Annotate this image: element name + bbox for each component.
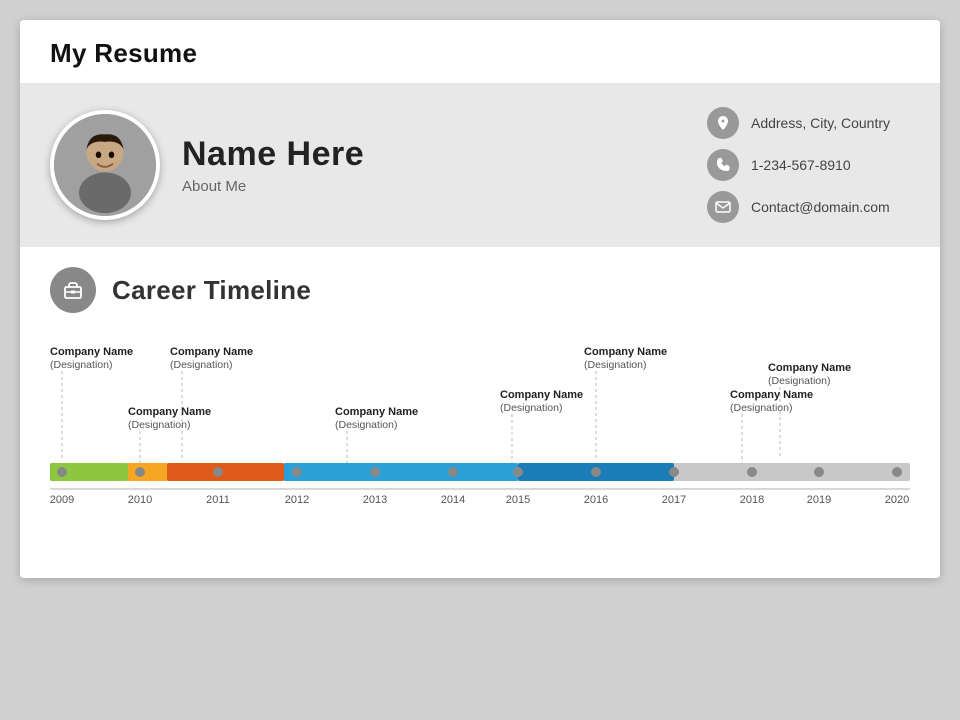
contact-email-item: Contact@domain.com [707,191,890,223]
svg-text:2015: 2015 [506,494,530,506]
svg-text:2020: 2020 [885,494,909,506]
slide: My Resume [20,20,940,578]
svg-text:Company Name: Company Name [50,346,133,358]
svg-text:Company Name: Company Name [768,362,851,374]
career-title: Career Timeline [112,275,311,306]
svg-text:(Designation): (Designation) [170,359,232,371]
phone-icon [707,149,739,181]
svg-text:(Designation): (Designation) [335,419,397,431]
profile-name: Name Here [182,135,364,174]
contact-phone: 1-234-567-8910 [751,157,851,173]
svg-text:Company Name: Company Name [128,406,211,418]
svg-text:Company Name: Company Name [335,406,418,418]
timeline-wrapper: Company Name (Designation) Company Name … [50,343,910,548]
profile-subtitle: About Me [182,178,364,195]
email-icon [707,191,739,223]
svg-text:Company Name: Company Name [730,389,813,401]
svg-text:(Designation): (Designation) [730,402,792,414]
svg-text:2014: 2014 [441,494,465,506]
career-section: Career Timeline Company Name (Designatio… [20,247,940,578]
profile-info: Name Here About Me [182,135,364,195]
avatar [50,110,160,220]
contact-email: Contact@domain.com [751,199,890,215]
svg-text:(Designation): (Designation) [584,359,646,371]
location-icon [707,107,739,139]
page-title-bar: My Resume [20,20,940,83]
page-title: My Resume [50,38,910,69]
svg-text:2012: 2012 [285,494,309,506]
svg-text:2016: 2016 [584,494,608,506]
svg-text:2013: 2013 [363,494,387,506]
contact-address-item: Address, City, Country [707,107,890,139]
contact-phone-item: 1-234-567-8910 [707,149,890,181]
svg-text:(Designation): (Designation) [128,419,190,431]
svg-text:Company Name: Company Name [500,389,583,401]
timeline-svg: Company Name (Designation) Company Name … [50,343,910,543]
svg-text:2019: 2019 [807,494,831,506]
section-header: Career Timeline [50,267,910,313]
header-section: Name Here About Me Address, City, Countr… [20,83,940,247]
svg-text:Company Name: Company Name [584,346,667,358]
svg-text:2018: 2018 [740,494,764,506]
profile-left: Name Here About Me [50,110,364,220]
svg-text:2011: 2011 [206,494,230,506]
svg-text:(Designation): (Designation) [768,375,830,387]
svg-text:(Designation): (Designation) [50,359,112,371]
svg-text:Company Name: Company Name [170,346,253,358]
contact-address: Address, City, Country [751,115,890,131]
career-icon [50,267,96,313]
svg-text:(Designation): (Designation) [500,402,562,414]
contact-info: Address, City, Country 1-234-567-8910 [707,107,890,223]
svg-text:2010: 2010 [128,494,152,506]
svg-text:2017: 2017 [662,494,686,506]
svg-text:2009: 2009 [50,494,74,506]
